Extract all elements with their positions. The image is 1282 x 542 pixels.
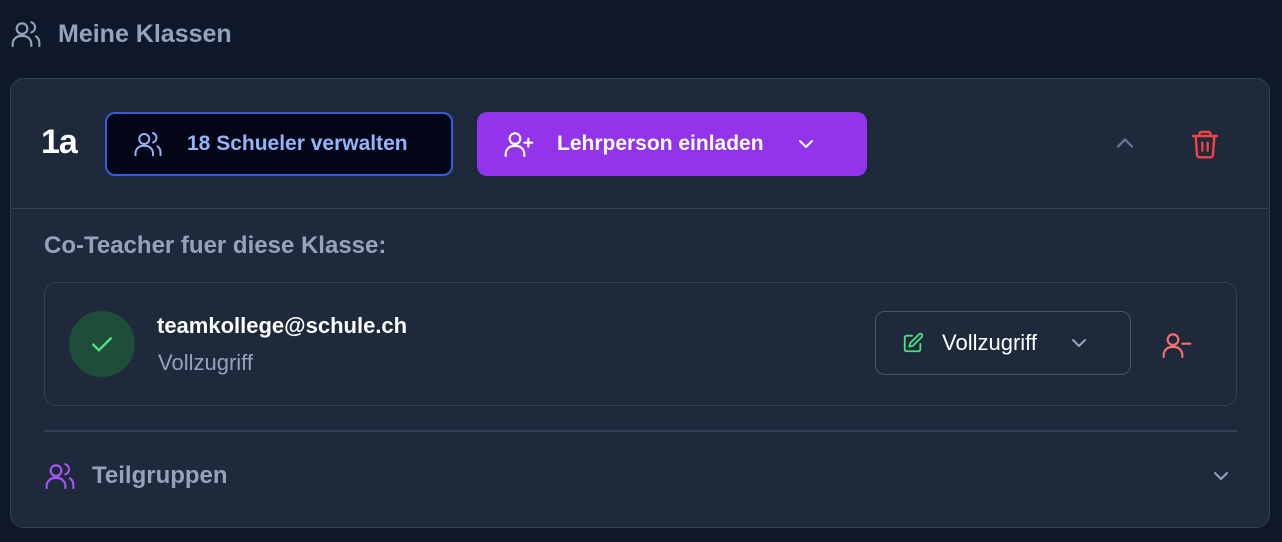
manage-students-label: 18 Schueler verwalten [187, 132, 408, 155]
user-minus-icon[interactable] [1161, 329, 1193, 361]
class-name: 1a [41, 123, 78, 161]
subgroups-label: Teilgruppen [92, 462, 228, 489]
user-plus-icon [504, 132, 534, 158]
trash-icon[interactable] [1189, 127, 1221, 161]
invite-teacher-label: Lehrperson einladen [557, 132, 764, 155]
divider [44, 430, 1237, 432]
class-card-header: 1a 18 Schueler verwalten Lehrperson einl… [11, 79, 1269, 209]
class-card: 1a 18 Schueler verwalten Lehrperson einl… [10, 78, 1270, 528]
subgroups-toggle[interactable]: Teilgruppen [44, 451, 1237, 501]
coteacher-section-label: Co-Teacher fuer diese Klasse: [44, 232, 387, 259]
chevron-up-icon[interactable] [1111, 129, 1139, 157]
users-icon [11, 21, 41, 48]
chevron-down-icon [798, 140, 813, 148]
coteacher-card: teamkollege@schule.ch Vollzugriff Vollzu… [44, 282, 1237, 406]
edit-icon [903, 332, 924, 353]
access-level-value: Vollzugriff [942, 330, 1037, 355]
access-level-select[interactable]: Vollzugriff [875, 311, 1131, 375]
chevron-down-icon [1214, 472, 1228, 480]
chevron-down-icon [1071, 339, 1086, 347]
avatar [69, 311, 135, 377]
check-icon [92, 337, 112, 352]
users-icon [134, 132, 162, 157]
page-title: Meine Klassen [58, 19, 232, 48]
coteacher-email: teamkollege@schule.ch [157, 313, 408, 338]
invite-teacher-button[interactable]: Lehrperson einladen [477, 112, 867, 176]
manage-students-button[interactable]: 18 Schueler verwalten [105, 112, 453, 176]
coteacher-role: Vollzugriff [158, 350, 253, 375]
users-icon [45, 463, 75, 490]
page-header: Meine Klassen [10, 14, 232, 54]
